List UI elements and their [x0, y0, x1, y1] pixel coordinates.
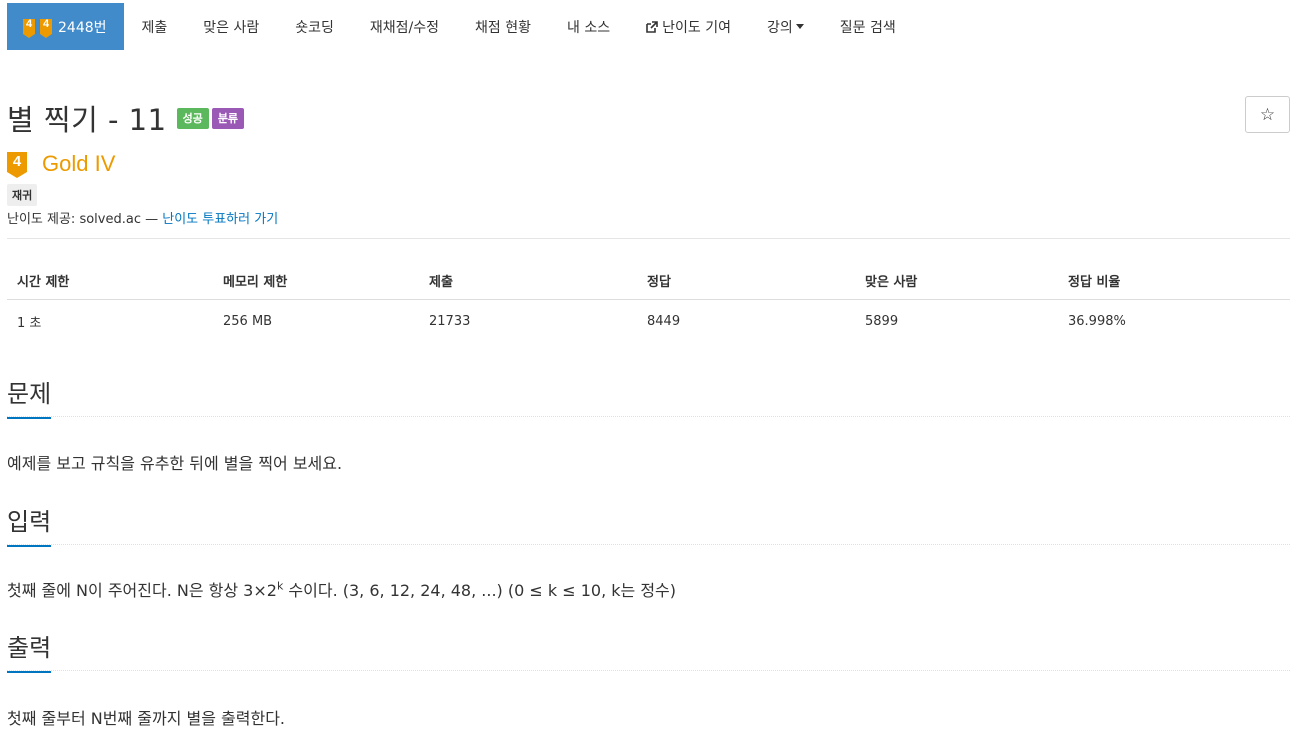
table-header-cell: 시간 제한 [17, 275, 70, 290]
input-section-header: 입력 [7, 502, 1290, 547]
table-header-row: 시간 제한 메모리 제한 제출 정답 맞은 사람 정답 비율 [7, 262, 1290, 300]
star-icon: ☆ [1259, 104, 1276, 125]
table-header-cell: 정답 [647, 275, 671, 290]
difficulty-provider: 난이도 제공: solved.ac — 난이도 투표하러 가기 [7, 208, 278, 227]
table-cell: 36.998% [1068, 313, 1126, 329]
section-title: 문제 [7, 374, 52, 419]
section-divider [7, 670, 1290, 671]
table-cell: 256 MB [223, 313, 273, 329]
tier-gold-icon: 4 [40, 18, 52, 38]
table-cell: 1 초 [17, 315, 42, 331]
nav-short-coding[interactable]: 숏코딩 [277, 3, 352, 50]
table-row: 1 초 256 MB 21733 8449 5899 36.998% [7, 300, 1290, 342]
tier-gold-icon: 4 [23, 18, 35, 38]
table-cell: 8449 [647, 313, 681, 329]
nav-status[interactable]: 채점 현황 [457, 3, 549, 50]
divider [7, 238, 1290, 239]
nav-difficulty-contrib[interactable]: 난이도 기여 [628, 3, 749, 50]
nav-question-search[interactable]: 질문 검색 [822, 3, 914, 50]
nav-submit[interactable]: 제출 [124, 3, 186, 50]
success-label[interactable]: 성공 [176, 107, 209, 129]
section-divider [7, 416, 1290, 417]
tier-badges: 4 4 [23, 18, 54, 38]
nav-lectures-label: 강의 [766, 19, 793, 36]
algorithm-tag[interactable]: 재귀 [7, 184, 38, 206]
nav-solved-users[interactable]: 맞은 사람 [185, 3, 277, 50]
caret-down-icon [795, 24, 804, 29]
table-header-cell: 정답 비율 [1068, 275, 1121, 290]
nav-difficulty-contrib-label: 난이도 기여 [662, 19, 731, 36]
problem-stats-table: 시간 제한 메모리 제한 제출 정답 맞은 사람 정답 비율 1 초 256 M… [7, 262, 1290, 342]
nav-rejudge[interactable]: 재채점/수정 [352, 3, 457, 50]
vote-difficulty-link[interactable]: 난이도 투표하러 가기 [162, 212, 278, 227]
output-description: 첫째 줄부터 N번째 줄까지 별을 출력한다. [7, 709, 286, 728]
problem-nav: 4 4 2448번 제출 맞은 사람 숏코딩 재채점/수정 채점 현황 내 소스… [7, 3, 914, 50]
problem-description: 예제를 보고 규칙을 유추한 뒤에 별을 찍어 보세요. [7, 454, 343, 473]
page-title: 별 찍기 - 11 [7, 103, 167, 137]
table-header-cell: 메모리 제한 [223, 275, 288, 290]
table-header-cell: 제출 [429, 275, 453, 290]
provider-text: 난이도 제공: solved.ac — [7, 212, 163, 227]
section-divider [7, 544, 1290, 545]
section-title: 입력 [7, 502, 52, 547]
table-cell: 5899 [865, 313, 899, 329]
category-label[interactable]: 분류 [211, 107, 245, 129]
section-title: 출력 [7, 628, 52, 673]
output-section-header: 출력 [7, 628, 1290, 673]
tier-name[interactable]: Gold IV [42, 151, 115, 177]
favorite-star-button[interactable]: ☆ [1245, 96, 1290, 133]
external-link-icon [646, 20, 658, 33]
problem-section-header: 문제 [7, 374, 1290, 419]
table-cell: 21733 [429, 313, 471, 329]
input-description: 첫째 줄에 N이 주어진다. N은 항상 3×2k 수이다. (3, 6, 12… [7, 579, 676, 600]
nav-lectures-dropdown[interactable]: 강의 [749, 3, 822, 50]
problem-header: 별 찍기 - 11 성공 분류 [7, 97, 245, 139]
table-header-cell: 맞은 사람 [865, 275, 918, 290]
tier-row: 4 Gold IV [7, 151, 115, 178]
problem-number-label: 2448번 [58, 19, 107, 36]
nav-my-source[interactable]: 내 소스 [549, 3, 628, 50]
nav-problem-number[interactable]: 4 4 2448번 [7, 3, 124, 50]
tier-gold-icon: 4 [7, 152, 27, 178]
